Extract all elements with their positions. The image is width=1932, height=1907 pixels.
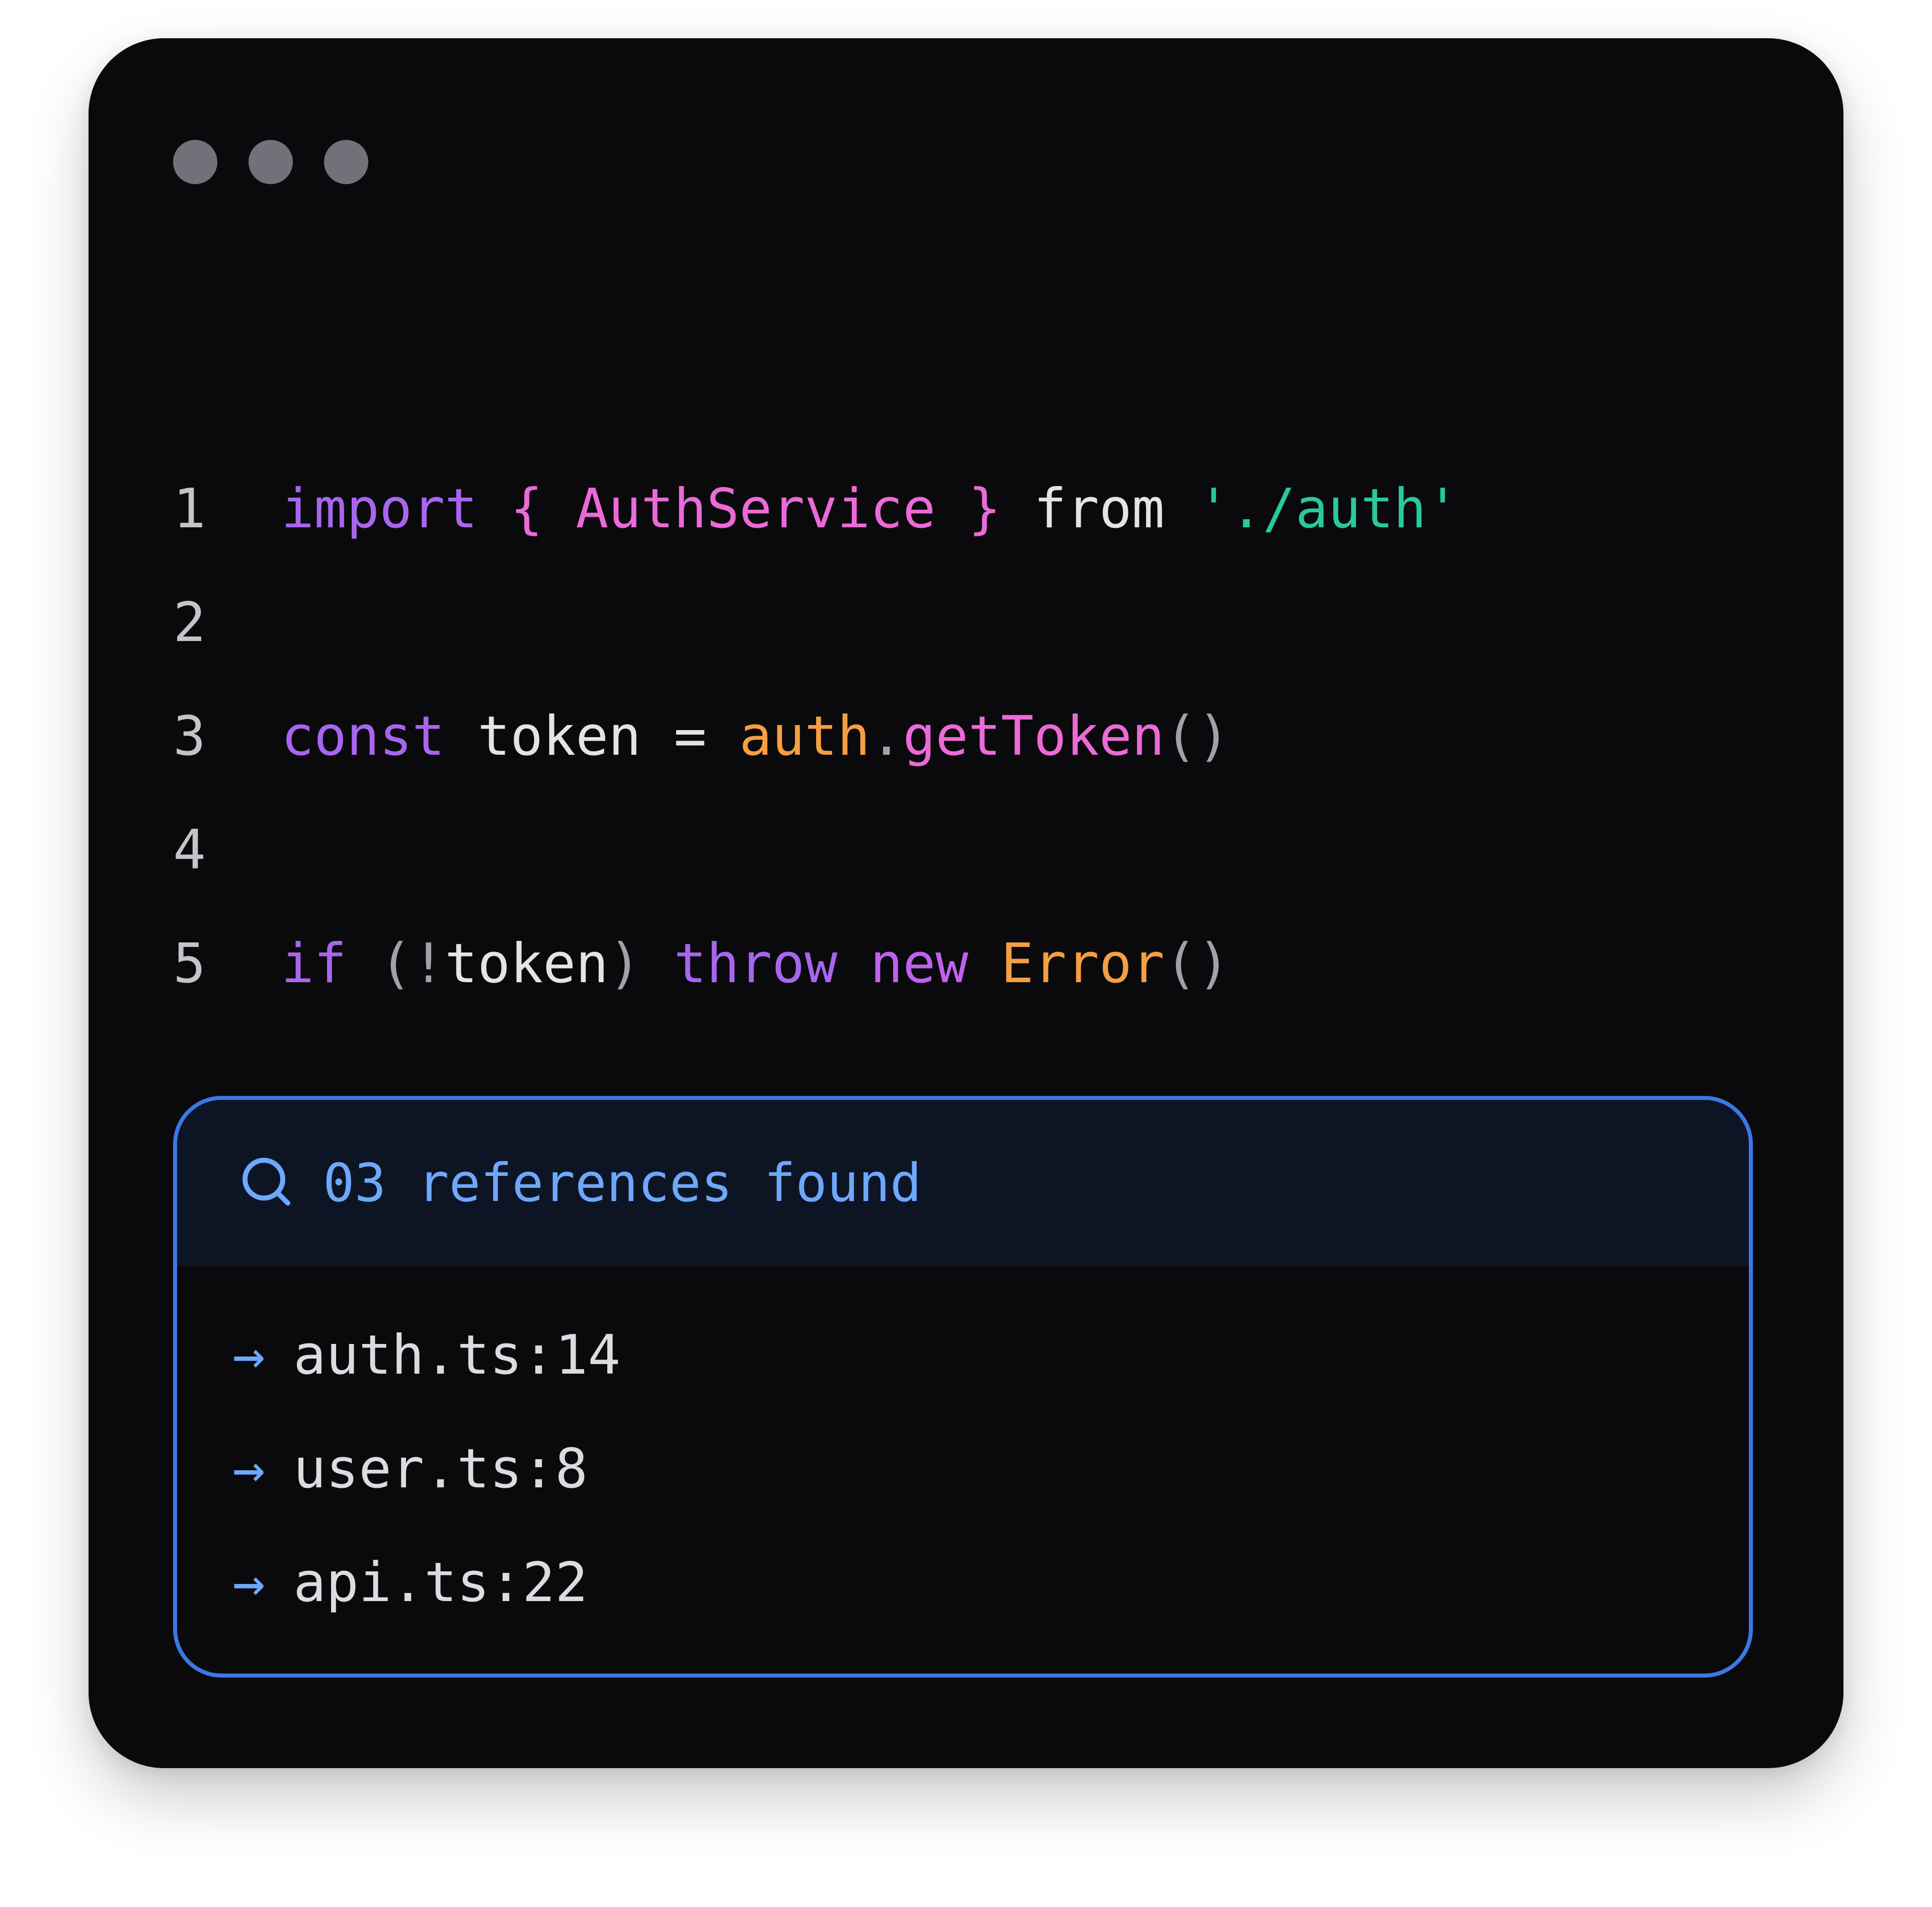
- arrow-right-icon: →: [232, 1551, 266, 1614]
- references-panel: 03 references found → auth.ts:14 → user.…: [173, 1096, 1753, 1678]
- code-line: 5 if (! token) throw new Error(): [173, 907, 1459, 1020]
- window-controls: [173, 140, 368, 184]
- window-dot-2[interactable]: [249, 140, 293, 184]
- window-dot-1[interactable]: [173, 140, 217, 184]
- references-count-title: 03 references found: [323, 1152, 922, 1214]
- code-token: if: [281, 932, 347, 995]
- arrow-right-icon: →: [232, 1437, 266, 1500]
- line-number: 4: [173, 818, 206, 882]
- code-window: 1 import { AuthService } from './auth' 2…: [89, 38, 1843, 1768]
- code-token: {: [510, 477, 543, 540]
- arrow-right-icon: →: [232, 1323, 266, 1387]
- code-line: 1 import { AuthService } from './auth': [173, 452, 1459, 566]
- code-token: ): [608, 932, 641, 995]
- code-token: token: [445, 932, 609, 995]
- code-token: (): [1164, 704, 1230, 768]
- reference-label: auth.ts:14: [293, 1323, 621, 1387]
- reference-label: api.ts:22: [293, 1551, 588, 1614]
- code-token: import: [281, 477, 478, 540]
- code-token: auth: [739, 704, 870, 768]
- code-editor[interactable]: 1 import { AuthService } from './auth' 2…: [173, 452, 1459, 1020]
- code-line: 4: [173, 793, 1459, 907]
- line-number: 5: [173, 932, 206, 995]
- code-token: .: [870, 704, 903, 768]
- line-number: 2: [173, 591, 206, 654]
- code-token: new: [870, 932, 969, 995]
- code-token: AuthService: [576, 477, 936, 540]
- reference-item-user[interactable]: → user.ts:8: [232, 1412, 1749, 1526]
- line-number: 1: [173, 477, 206, 540]
- search-icon: [243, 1158, 290, 1206]
- code-token: './auth': [1197, 477, 1459, 540]
- code-line: 3 const token = auth. getToken(): [173, 679, 1459, 793]
- reference-item-auth[interactable]: → auth.ts:14: [232, 1298, 1749, 1412]
- code-token: from: [1033, 477, 1165, 540]
- reference-item-api[interactable]: → api.ts:22: [232, 1526, 1749, 1639]
- code-token: throw: [674, 932, 838, 995]
- code-token: Error: [1001, 932, 1165, 995]
- references-list: → auth.ts:14 → user.ts:8 → api.ts:22: [177, 1266, 1749, 1639]
- code-token: token: [477, 704, 641, 768]
- line-number: 3: [173, 704, 206, 768]
- code-token: (): [1164, 932, 1230, 995]
- code-token: getToken: [903, 704, 1165, 768]
- references-header: 03 references found: [177, 1100, 1749, 1266]
- code-token: const: [281, 704, 445, 768]
- reference-label: user.ts:8: [293, 1437, 588, 1500]
- code-line: 2: [173, 566, 1459, 679]
- window-dot-3[interactable]: [324, 140, 368, 184]
- code-token: (!: [379, 932, 445, 995]
- code-token: =: [641, 704, 740, 768]
- code-token: }: [968, 477, 1001, 540]
